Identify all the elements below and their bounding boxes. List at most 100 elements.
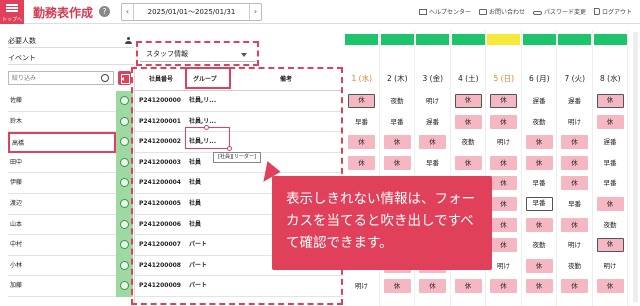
- shift-cell[interactable]: 遅番: [561, 94, 588, 108]
- date-range-text[interactable]: 2025/01/01〜2025/01/31: [136, 4, 247, 20]
- shift-cell[interactable]: 休: [383, 279, 411, 294]
- shift-cell[interactable]: 夜勤: [383, 94, 411, 108]
- shift-cell[interactable]: 早番: [596, 176, 624, 191]
- shift-cell[interactable]: 早番: [596, 155, 624, 170]
- shift-cell[interactable]: 休: [348, 135, 375, 150]
- shift-cell[interactable]: 早番: [348, 114, 375, 129]
- shift-cell[interactable]: 休: [383, 135, 411, 150]
- shift-cell[interactable]: 休: [525, 155, 553, 170]
- shift-cell[interactable]: 明け: [561, 238, 588, 253]
- shift-cell[interactable]: 休: [454, 279, 482, 294]
- shift-cell[interactable]: 休: [561, 217, 588, 232]
- shift-cell[interactable]: 休: [525, 217, 553, 232]
- shift-cell[interactable]: 休: [596, 114, 624, 129]
- staff-name-row[interactable]: 佐藤: [8, 91, 116, 112]
- shift-cell[interactable]: 休: [490, 176, 517, 191]
- staff-name-row[interactable]: 山本: [8, 215, 116, 236]
- staff-name-row[interactable]: 田中: [8, 153, 116, 174]
- next-month-button[interactable]: ›: [249, 4, 261, 20]
- date-range-picker[interactable]: ‹ 2025/01/01〜2025/01/31 ›: [121, 3, 262, 21]
- status-ok-icon: [120, 219, 129, 229]
- focused-group-cell[interactable]: [185, 127, 230, 149]
- shift-cell[interactable]: 休: [561, 279, 588, 294]
- shift-cell[interactable]: 遅番: [596, 135, 624, 150]
- shift-cell[interactable]: 休: [454, 114, 482, 129]
- logout-icon: [593, 8, 600, 15]
- shift-cell[interactable]: 休: [596, 197, 624, 211]
- shift-cell[interactable]: 休: [348, 94, 375, 108]
- day-header[interactable]: 5 (日): [486, 67, 522, 90]
- shift-cell[interactable]: 夜勤: [561, 258, 588, 273]
- shift-cell[interactable]: 休: [525, 258, 553, 273]
- day-header[interactable]: 8 (水): [593, 67, 629, 90]
- logout-link[interactable]: ログアウト: [593, 7, 632, 17]
- staff-name-row[interactable]: 伊藤: [8, 173, 116, 194]
- staff-name-row[interactable]: 渡辺: [8, 194, 116, 215]
- shift-cell[interactable]: 休: [490, 155, 517, 170]
- staff-name-row[interactable]: 鈴木: [8, 112, 116, 133]
- collapse-panel-button[interactable]: [118, 71, 131, 85]
- filter-input[interactable]: [8, 71, 114, 85]
- day-header[interactable]: 2 (木): [380, 67, 416, 90]
- day-header[interactable]: 3 (金): [415, 67, 451, 90]
- shift-cell[interactable]: 早番: [525, 176, 553, 191]
- help-center-link[interactable]: ヘルプセンター: [418, 7, 471, 17]
- shift-cell[interactable]: 休: [419, 279, 446, 294]
- required-count-indicator: [380, 34, 414, 45]
- shift-cell[interactable]: 休: [561, 155, 588, 170]
- shift-cell[interactable]: 休: [561, 176, 588, 191]
- shift-cell[interactable]: 休: [383, 155, 411, 170]
- shift-cell[interactable]: 早番: [561, 197, 588, 211]
- shift-cell[interactable]: 早番: [525, 197, 553, 211]
- prev-month-button[interactable]: ‹: [122, 4, 134, 20]
- shift-cell[interactable]: 早番: [419, 155, 446, 170]
- shift-cell[interactable]: 休: [561, 135, 588, 150]
- staff-name-row[interactable]: 中村: [8, 235, 116, 256]
- shift-cell[interactable]: 休: [596, 238, 624, 253]
- help-icon[interactable]: ?: [99, 6, 110, 17]
- shift-cell[interactable]: 明け: [490, 135, 517, 150]
- required-count-indicator: [345, 34, 378, 45]
- handle-dot: [227, 146, 232, 151]
- shift-cell[interactable]: 休: [596, 279, 624, 294]
- staff-name-row[interactable]: 小林: [8, 256, 116, 277]
- shift-cell[interactable]: 休: [525, 279, 553, 294]
- shift-cell[interactable]: 明け: [490, 258, 517, 273]
- password-change-link[interactable]: パスワード変更: [532, 7, 586, 17]
- day-header[interactable]: 4 (土): [451, 67, 487, 90]
- day-header[interactable]: 7 (火): [557, 67, 593, 90]
- staff-name-row[interactable]: 加藤: [8, 276, 116, 297]
- shift-cell[interactable]: 明け: [596, 258, 624, 273]
- shift-cell[interactable]: 休: [490, 197, 517, 211]
- shift-cell[interactable]: 休: [490, 114, 517, 129]
- shift-cell[interactable]: 遅番: [419, 114, 446, 129]
- staff-name-row[interactable]: 高橋: [8, 132, 116, 153]
- shift-cell[interactable]: 休: [348, 155, 375, 170]
- shift-cell[interactable]: 夜勤: [454, 135, 482, 150]
- shift-cell[interactable]: 明け: [561, 114, 588, 129]
- shift-cell[interactable]: 遅番: [525, 94, 553, 108]
- shift-cell[interactable]: 休: [490, 217, 517, 232]
- search-icon[interactable]: [101, 74, 109, 82]
- shift-cell[interactable]: 休: [454, 155, 482, 170]
- vertical-scrollbar[interactable]: [633, 32, 638, 302]
- shift-cell[interactable]: 休: [419, 135, 446, 150]
- shift-cell[interactable]: 明け: [348, 279, 375, 294]
- shift-cell[interactable]: 夜勤: [596, 217, 624, 232]
- shift-cell[interactable]: 夜勤: [525, 238, 553, 253]
- shift-cell[interactable]: 休: [454, 94, 482, 108]
- home-button[interactable]: トップへ: [0, 0, 24, 24]
- shift-cell[interactable]: 早番: [383, 114, 411, 129]
- day-header[interactable]: 1 (水): [344, 67, 380, 90]
- staff-list: 佐藤 鈴木 高橋 田中 伊藤 渡辺 山本 中村 小林 加藤: [8, 91, 116, 297]
- shift-cell[interactable]: 休: [525, 135, 553, 150]
- contact-link[interactable]: お問い合わせ: [478, 7, 525, 17]
- day-column: 6 (月) 遅番 夜勤休休早番 早番休夜勤休休: [522, 30, 558, 306]
- shift-cell[interactable]: 夜勤: [525, 114, 553, 129]
- shift-cell[interactable]: 明け: [419, 94, 446, 108]
- day-header[interactable]: 6 (月): [522, 67, 558, 90]
- shift-cell[interactable]: 休: [490, 238, 517, 253]
- shift-cell[interactable]: 休: [596, 94, 624, 108]
- shift-cell[interactable]: 休: [490, 94, 517, 108]
- shift-cell[interactable]: 休: [490, 279, 517, 294]
